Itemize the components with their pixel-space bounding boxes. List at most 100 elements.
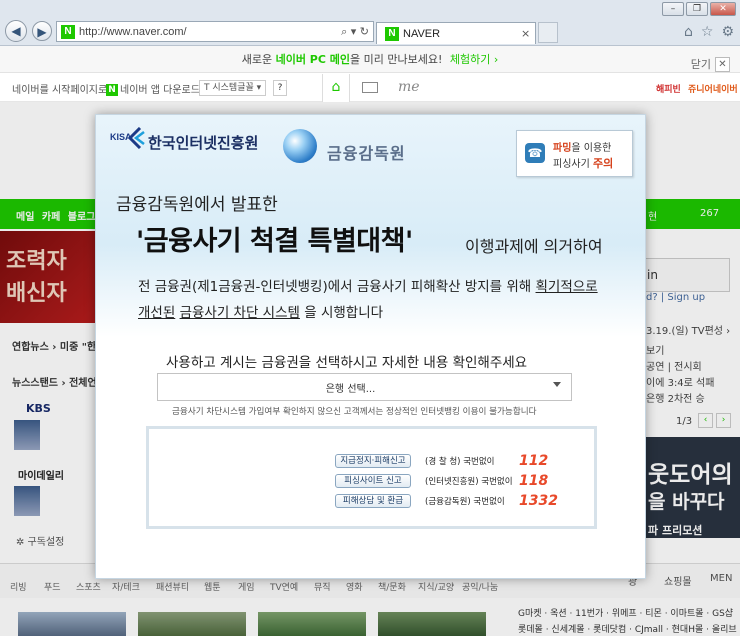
close-icon[interactable]: ✕ [715,57,730,72]
menu-links[interactable]: 메일 카페 블로그 [16,208,95,223]
subscribe-settings-link[interactable]: ✲ 구독설정 [16,533,64,548]
shop-tab-men[interactable]: MEN [710,573,732,584]
bank-select-value[interactable]: 은행 선택... [158,380,543,395]
address-url[interactable]: http://www.naver.com/ [79,26,341,38]
tab-game[interactable]: 게임 [238,580,255,593]
p1-text: 전 금융권(제1금융권-인터넷뱅킹)에서 금융사기 피해확산 방지를 위해 [138,279,536,295]
home-icon[interactable]: ⌂ [684,24,693,40]
naver-toolbar: 네이버를 시작페이지로 › N 네이버 앱 다운로드 T 시스템글꼴 ▾ ? ⌂ … [0,74,740,102]
left-banner-ad[interactable]: 조력자 배신자 [0,231,96,323]
sports-thumbnail[interactable] [18,612,126,636]
prev-button[interactable]: ‹ [698,413,713,428]
help-button[interactable]: ? [273,80,287,96]
contact-number: 112 [519,452,549,469]
tab-living[interactable]: 리빙 [10,580,27,593]
tab-close-button[interactable]: × [521,27,535,40]
browser-tab[interactable]: N NAVER × [376,22,536,44]
tab-charity[interactable]: 공익/나눔 [462,580,498,593]
contact-box: 지급정지·피해신고 (경 찰 청) 국번없이 112 피싱사이트 신고 (인터넷… [146,426,597,529]
junior-naver-link[interactable]: 쥬니어네이버 [688,82,738,95]
bank-select[interactable]: 은행 선택... [157,373,572,401]
tab-webtoon[interactable]: 웹툰 [204,580,221,593]
mydaily-logo[interactable]: 마이데일리 [18,467,64,482]
right-list-item[interactable]: 공연 | 전시회 [646,358,702,373]
modal-title-tail: 이행과제에 의거하여 [465,237,603,256]
forward-button[interactable]: ▶ [32,21,52,41]
contact-label-button[interactable]: 피싱사이트 신고 [335,473,411,488]
contact-org: (금융감독원) 국번없이 [425,496,505,507]
window-controls: – ❐ ✕ [662,2,736,16]
app-download-link[interactable]: N 네이버 앱 다운로드 [106,81,200,96]
tab-sports[interactable]: 스포츠 [76,580,101,593]
tab-music[interactable]: 뮤직 [314,580,331,593]
p2-underlined-2: 금융사기 차단 시스템 [179,305,300,321]
tab-fashion[interactable]: 패션뷰티 [156,580,189,593]
tab-tv[interactable]: TV연예 [270,580,298,593]
sports-thumbnail[interactable] [138,612,246,636]
contact-org: (경 찰 청) 국번없이 [425,456,495,467]
pharming-warning: ☎ 파밍을 이용한 피싱사기 주의 [516,130,633,177]
tab-food[interactable]: 푸드 [44,580,61,593]
phishing-popup: KISA 한국인터넷진흥원 금융감독원 ☎ 파밍을 이용한 피싱사기 주의 금융… [95,114,646,579]
browser-chrome: – ❐ ✕ ◀ ▶ N http://www.naver.com/ ⌕ ▾ ↻ … [0,0,740,46]
address-bar[interactable]: N http://www.naver.com/ ⌕ ▾ ↻ [56,21,374,42]
contact-label-button[interactable]: 지급정지·피해신고 [335,453,411,468]
kbs-thumbnail[interactable] [14,420,40,450]
new-tab-button[interactable] [538,22,558,43]
newsstand-link[interactable]: 뉴스스탠드 › 전체언 [12,374,97,389]
happybean-link[interactable]: 해피빈 [656,82,681,95]
window-icon[interactable] [362,82,378,93]
next-button[interactable]: › [716,413,731,428]
tab-autotech[interactable]: 자/테크 [112,580,140,593]
font-select[interactable]: T 시스템글꼴 ▾ [199,80,267,96]
fss-name: 금융감독원 [327,144,406,163]
date-text: 3.19.(일) TV편성 › [646,326,731,337]
warning-line2-pre: 피싱사기 [553,159,593,170]
ad-line2: 을 바꾸다 [648,491,725,513]
tab-books[interactable]: 책/문화 [378,580,406,593]
sports-thumbnail[interactable] [378,612,486,636]
p1-underlined: 획기적으로 [535,279,598,295]
naver-tab-icon: N [385,26,399,41]
set-start-page-link[interactable]: 네이버를 시작페이지로 › [12,81,114,96]
yonhap-news-link[interactable]: 연합뉴스 › 미중 "한 [12,338,96,353]
back-button[interactable]: ◀ [5,20,27,42]
minimize-button[interactable]: – [662,2,684,16]
home-tab-icon[interactable]: ⌂ [322,74,350,102]
naver-app-icon: N [106,84,118,96]
shop-links-row2[interactable]: 롯데몰 · 신세계몰 · 롯데닷컴 · CJmall · 현대H몰 · 올리브영 [518,622,740,636]
chevron-down-icon[interactable] [553,382,561,387]
settings-gear-icon[interactable]: ⚙ [721,24,734,40]
shop-links-row1[interactable]: G마켓 · 옥션 · 11번가 · 위메프 · 티몬 · 이마트몰 · GS샵 [518,606,733,619]
banner-line1: 조력자 [6,249,67,274]
address-tools[interactable]: ⌕ ▾ ↻ [341,25,373,39]
maximize-button[interactable]: ❐ [686,2,708,16]
chrome-icons: ⌂ ☆ ⚙ [684,24,734,40]
warning-caution: 주의 [592,157,614,170]
p2-underlined-1: 개선된 [138,305,176,321]
warning-pharming: 파밍 [553,143,572,154]
ad-line3: 파 프리모션 [648,524,703,537]
banner-line2: 배신자 [6,281,67,306]
tab-title: NAVER [403,27,441,40]
right-list-item[interactable]: 이에 3:4로 석패 [646,374,714,389]
shop-tab-mall[interactable]: 쇼핑몰 [664,573,692,588]
pager: ‹ › [698,413,731,428]
contact-label-button[interactable]: 피해상담 및 환급 [335,493,411,508]
close-window-button[interactable]: ✕ [710,2,736,16]
me-link[interactable]: me [398,79,420,95]
signup-links[interactable]: d? | Sign up [646,292,705,303]
right-list-item[interactable]: 은행 2차전 승 [646,390,705,405]
tab-knowledge[interactable]: 지식/교양 [418,580,454,593]
right-list-item[interactable]: 보기 [646,342,664,357]
greenbar-right-text: 현 [648,212,658,223]
promo-try-link[interactable]: 체험하기 › [450,53,498,66]
contact-org: (인터넷진흥원) 국번없이 [425,476,513,487]
tab-movie[interactable]: 영화 [346,580,363,593]
kbs-logo[interactable]: KBS [26,402,51,415]
kisa-logo-icon [127,127,145,149]
contact-row: 피해상담 및 환급 (금융감독원) 국번없이 1332 [335,493,558,509]
favorites-star-icon[interactable]: ☆ [701,24,714,40]
sports-thumbnail[interactable] [258,612,366,636]
mydaily-thumbnail[interactable] [14,486,40,516]
